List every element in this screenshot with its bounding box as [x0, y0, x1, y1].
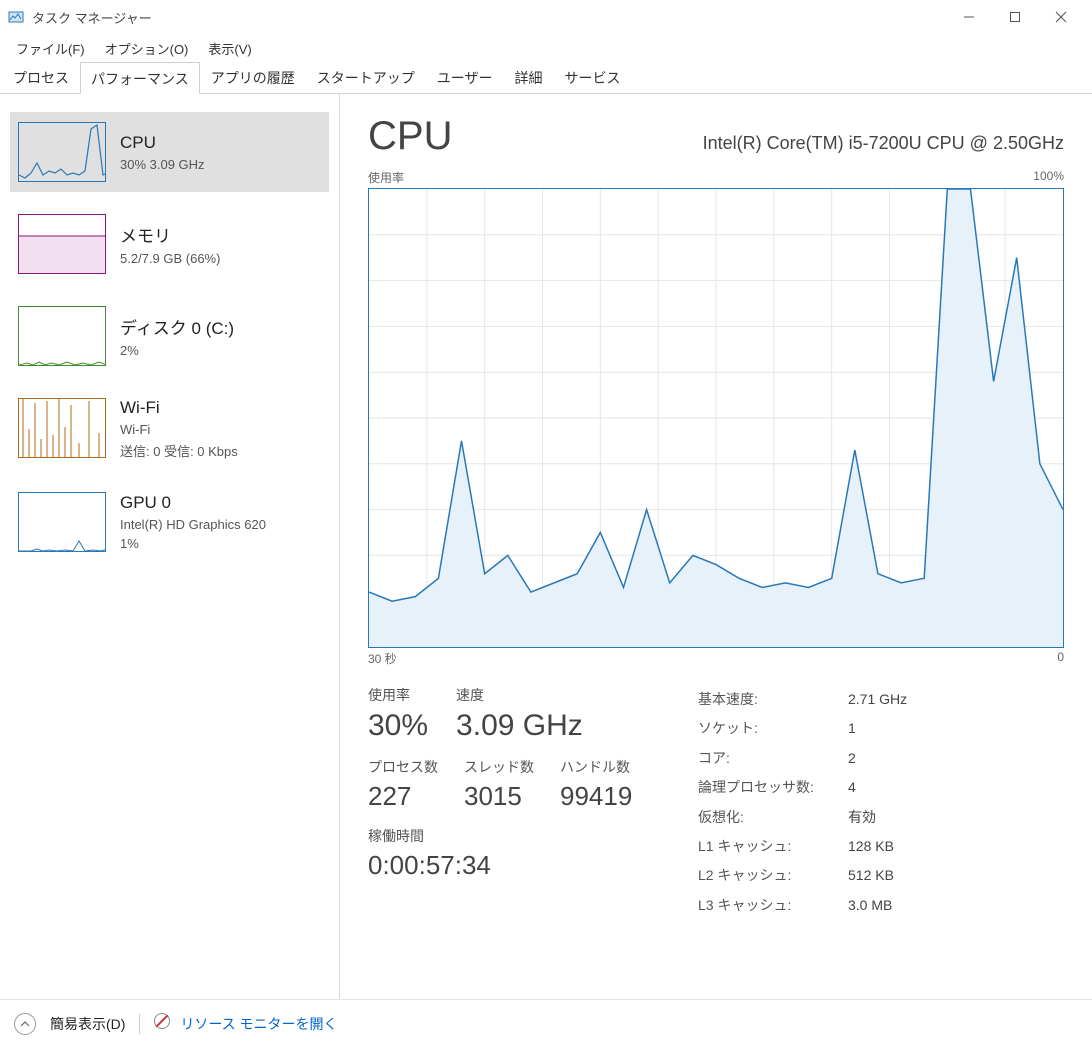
- l3-value: 3.0 MB: [848, 891, 892, 920]
- chart-label-100: 100%: [1033, 169, 1064, 186]
- threads-value: 3015: [464, 781, 534, 812]
- virt-value: 有効: [848, 803, 876, 832]
- sockets-value: 1: [848, 714, 856, 743]
- tab-performance[interactable]: パフォーマンス: [80, 62, 200, 94]
- titlebar: タスク マネージャー: [0, 0, 1092, 34]
- cpu-detail-panel: CPU Intel(R) Core(TM) i5-7200U CPU @ 2.5…: [340, 94, 1092, 999]
- speed-label: 速度: [456, 685, 583, 705]
- chart-label-0: 0: [1057, 650, 1064, 667]
- sidebar-disk-sub: 2%: [120, 343, 234, 358]
- resource-monitor-link[interactable]: リソース モニターを開く: [154, 1013, 337, 1034]
- base-speed-value: 2.71 GHz: [848, 685, 907, 714]
- l3-label: L3 キャッシュ:: [698, 891, 848, 920]
- menubar: ファイル(F) オプション(O) 表示(V): [0, 34, 1092, 62]
- uptime-value: 0:00:57:34: [368, 850, 668, 881]
- sidebar-cpu-sub: 30% 3.09 GHz: [120, 157, 205, 172]
- wifi-thumb: [18, 398, 106, 458]
- chart-label-30s: 30 秒: [368, 650, 397, 667]
- base-speed-label: 基本速度:: [698, 685, 848, 714]
- tab-startup[interactable]: スタートアップ: [306, 61, 426, 93]
- cpu-thumb: [18, 122, 106, 182]
- sidebar-memory-title: メモリ: [120, 222, 220, 247]
- fewer-details-label[interactable]: 簡易表示(D): [50, 1014, 125, 1034]
- handles-label: ハンドル数: [560, 757, 632, 777]
- speed-value: 3.09 GHz: [456, 709, 583, 743]
- cpu-usage-chart[interactable]: [368, 188, 1064, 648]
- processes-value: 227: [368, 781, 438, 812]
- sidebar-gpu-sub2: 1%: [120, 536, 266, 551]
- window-title: タスク マネージャー: [32, 8, 152, 27]
- sidebar-disk-title: ディスク 0 (C:): [120, 314, 234, 339]
- resource-monitor-icon: [154, 1013, 170, 1029]
- tab-users[interactable]: ユーザー: [426, 61, 504, 93]
- l1-label: L1 キャッシュ:: [698, 832, 848, 861]
- performance-sidebar: CPU 30% 3.09 GHz メモリ 5.2/7.9 GB (66%): [0, 94, 340, 999]
- cpu-heading: CPU: [368, 114, 452, 159]
- tabstrip: プロセス パフォーマンス アプリの履歴 スタートアップ ユーザー 詳細 サービス: [0, 62, 1092, 94]
- maximize-button[interactable]: [992, 0, 1038, 34]
- sidebar-item-wifi[interactable]: Wi-Fi Wi-Fi 送信: 0 受信: 0 Kbps: [10, 388, 329, 470]
- sidebar-memory-sub: 5.2/7.9 GB (66%): [120, 251, 220, 266]
- cpu-model: Intel(R) Core(TM) i5-7200U CPU @ 2.50GHz: [703, 133, 1064, 154]
- sidebar-item-memory[interactable]: メモリ 5.2/7.9 GB (66%): [10, 204, 329, 284]
- sidebar-item-cpu[interactable]: CPU 30% 3.09 GHz: [10, 112, 329, 192]
- sockets-label: ソケット:: [698, 714, 848, 743]
- virt-label: 仮想化:: [698, 803, 848, 832]
- cores-value: 2: [848, 744, 856, 773]
- tab-details[interactable]: 詳細: [503, 61, 553, 93]
- sidebar-wifi-title: Wi-Fi: [120, 398, 238, 418]
- sidebar-wifi-sub2: 送信: 0 受信: 0 Kbps: [120, 441, 238, 460]
- handles-value: 99419: [560, 781, 632, 812]
- l1-value: 128 KB: [848, 832, 894, 861]
- sidebar-item-disk[interactable]: ディスク 0 (C:) 2%: [10, 296, 329, 376]
- uptime-label: 稼働時間: [368, 826, 668, 846]
- resource-monitor-label: リソース モニターを開く: [180, 1016, 337, 1032]
- footer-separator: [139, 1014, 140, 1034]
- logical-value: 4: [848, 773, 856, 802]
- footer: 簡易表示(D) リソース モニターを開く: [0, 999, 1092, 1047]
- fewer-details-toggle[interactable]: [14, 1013, 36, 1035]
- usage-value: 30%: [368, 709, 428, 743]
- minimize-button[interactable]: [946, 0, 992, 34]
- tab-processes[interactable]: プロセス: [2, 61, 80, 93]
- usage-label: 使用率: [368, 685, 428, 705]
- sidebar-gpu-sub: Intel(R) HD Graphics 620: [120, 517, 266, 532]
- tab-services[interactable]: サービス: [553, 61, 631, 93]
- processes-label: プロセス数: [368, 757, 438, 777]
- gpu-thumb: [18, 492, 106, 552]
- l2-value: 512 KB: [848, 861, 894, 890]
- app-icon: [8, 9, 24, 25]
- l2-label: L2 キャッシュ:: [698, 861, 848, 890]
- menu-view[interactable]: 表示(V): [198, 35, 261, 62]
- memory-thumb: [18, 214, 106, 274]
- chart-label-usage: 使用率: [368, 169, 404, 186]
- tab-app-history[interactable]: アプリの履歴: [200, 61, 306, 93]
- cores-label: コア:: [698, 744, 848, 773]
- close-button[interactable]: [1038, 0, 1084, 34]
- sidebar-wifi-sub: Wi-Fi: [120, 422, 238, 437]
- sidebar-gpu-title: GPU 0: [120, 493, 266, 513]
- sidebar-item-gpu[interactable]: GPU 0 Intel(R) HD Graphics 620 1%: [10, 482, 329, 562]
- menu-options[interactable]: オプション(O): [95, 35, 199, 62]
- cpu-spec-table: 基本速度:2.71 GHz ソケット: 1 コア: 2 論理プロセッサ数: 4 …: [698, 685, 1064, 920]
- disk-thumb: [18, 306, 106, 366]
- cpu-stats-left: 使用率 30% 速度 3.09 GHz プロセス数 227 スレッド数: [368, 685, 668, 920]
- sidebar-cpu-title: CPU: [120, 133, 205, 153]
- menu-file[interactable]: ファイル(F): [6, 35, 95, 62]
- logical-label: 論理プロセッサ数:: [698, 773, 848, 802]
- threads-label: スレッド数: [464, 757, 534, 777]
